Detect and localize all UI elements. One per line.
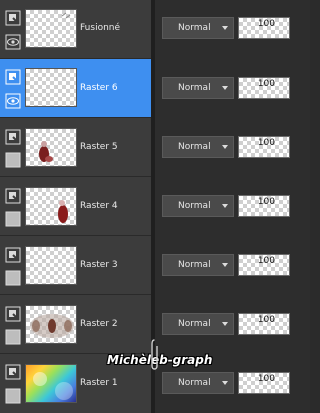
chevron-down-icon — [222, 26, 228, 30]
layer-group-icon[interactable] — [5, 10, 21, 26]
layer-name: Raster 1 — [80, 378, 118, 388]
layer-group-icon[interactable] — [5, 69, 21, 85]
visibility-off-icon[interactable] — [5, 270, 21, 286]
layer-group-icon[interactable] — [5, 247, 21, 263]
blend-mode-value: Normal — [178, 201, 211, 211]
layer-thumbnail — [25, 364, 77, 403]
blend-mode-dropdown[interactable]: Normal — [162, 136, 234, 158]
layer-group-icon[interactable] — [5, 188, 21, 204]
opacity-field[interactable]: 100 — [238, 17, 290, 39]
watermark-text: Michèleb-graph — [107, 353, 213, 367]
chevron-down-icon — [222, 322, 228, 326]
visibility-off-icon[interactable] — [5, 329, 21, 345]
layer-thumbnail — [25, 187, 77, 226]
layer-group-icon[interactable] — [5, 129, 21, 145]
chevron-down-icon — [222, 204, 228, 208]
opacity-field[interactable]: 100 — [238, 313, 290, 335]
visibility-off-icon[interactable] — [5, 152, 21, 168]
chevron-down-icon — [222, 381, 228, 385]
layer-group-icon[interactable] — [5, 306, 21, 322]
chevron-down-icon — [222, 86, 228, 90]
blend-mode-value: Normal — [178, 260, 211, 270]
chevron-down-icon — [222, 263, 228, 267]
opacity-field[interactable]: 100 — [238, 254, 290, 276]
blend-mode-dropdown[interactable]: Normal — [162, 17, 234, 39]
layer-thumbnail — [25, 305, 77, 344]
eye-icon[interactable] — [5, 34, 21, 50]
visibility-off-icon[interactable] — [5, 211, 21, 227]
chevron-down-icon — [222, 145, 228, 149]
blend-mode-value: Normal — [178, 23, 211, 33]
blend-mode-value: Normal — [178, 319, 211, 329]
visibility-off-icon[interactable] — [5, 388, 21, 404]
opacity-field[interactable]: 100 — [238, 195, 290, 217]
opacity-value: 100 — [257, 19, 275, 29]
layer-name: Raster 3 — [80, 260, 118, 270]
layer-name: Raster 6 — [80, 83, 118, 93]
blend-mode-value: Normal — [178, 142, 211, 152]
layer-thumbnail — [25, 68, 77, 107]
opacity-value: 100 — [257, 197, 275, 207]
paperclip-icon — [151, 338, 158, 372]
layer-thumbnail — [25, 246, 77, 285]
blend-mode-dropdown[interactable]: Normal — [162, 313, 234, 335]
blend-mode-dropdown[interactable]: Normal — [162, 195, 234, 217]
layer-thumbnail — [25, 128, 77, 167]
layer-name: Raster 5 — [80, 142, 118, 152]
layer-name: Raster 4 — [80, 201, 118, 211]
opacity-value: 100 — [257, 256, 275, 266]
opacity-value: 100 — [257, 138, 275, 148]
opacity-field[interactable]: 100 — [238, 136, 290, 158]
blend-mode-value: Normal — [178, 83, 211, 93]
opacity-value: 100 — [257, 79, 275, 89]
blend-mode-dropdown[interactable]: Normal — [162, 77, 234, 99]
opacity-field[interactable]: 100 — [238, 372, 290, 394]
opacity-value: 100 — [257, 315, 275, 325]
blend-mode-dropdown[interactable]: Normal — [162, 254, 234, 276]
opacity-value: 100 — [257, 374, 275, 384]
layer-name: Raster 2 — [80, 319, 118, 329]
layer-name: Fusionné — [80, 23, 121, 33]
eye-icon[interactable] — [5, 93, 21, 109]
blend-mode-dropdown[interactable]: Normal — [162, 372, 234, 394]
layer-thumbnail — [25, 9, 77, 48]
layer-group-icon[interactable] — [5, 364, 21, 380]
opacity-field[interactable]: 100 — [238, 77, 290, 99]
blend-mode-value: Normal — [178, 378, 211, 388]
